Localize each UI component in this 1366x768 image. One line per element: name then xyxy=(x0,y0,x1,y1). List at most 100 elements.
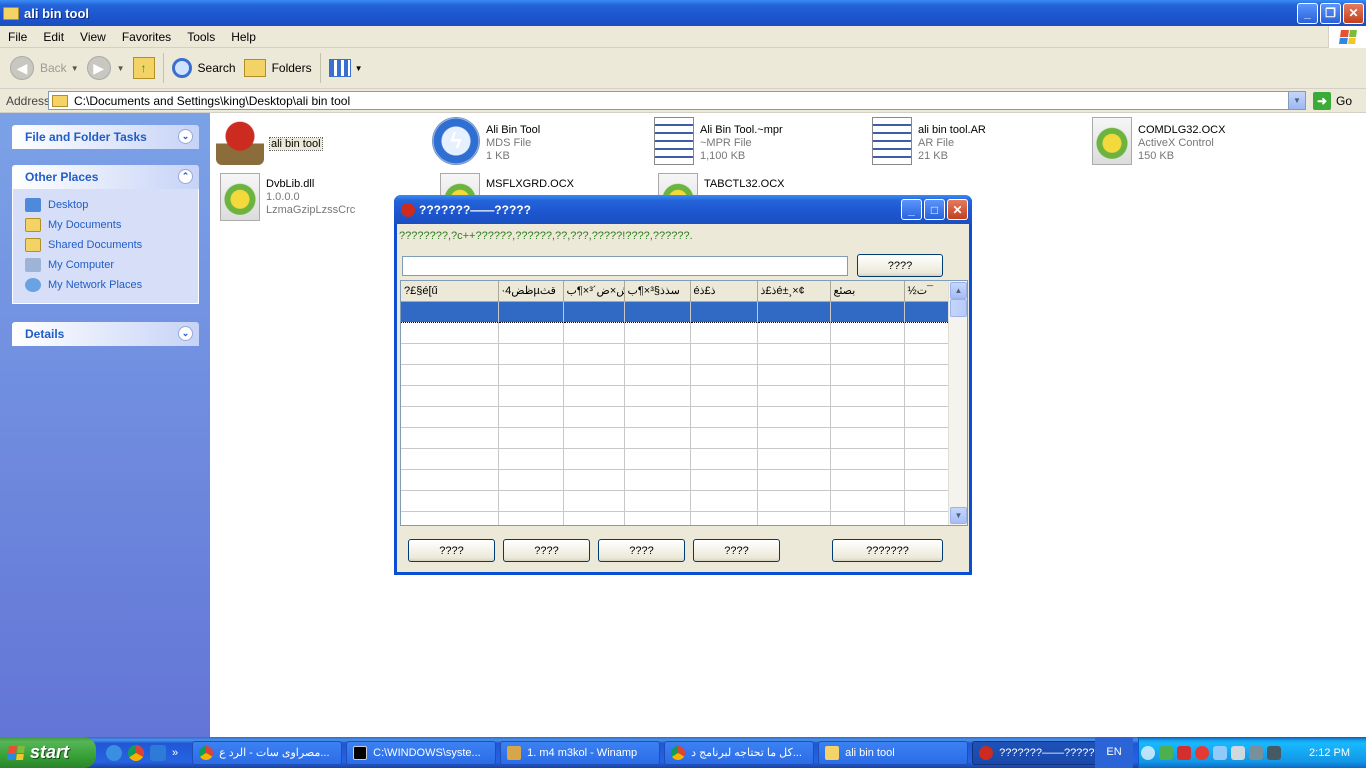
column-header[interactable]: ذ£ذé±¸×¢ xyxy=(757,281,831,302)
shield-icon[interactable] xyxy=(1177,745,1191,760)
helmet-app-icon xyxy=(401,202,415,217)
taskbar-item[interactable]: 1. m4 m3kol - Winamp xyxy=(500,740,661,765)
dialog-titlebar[interactable]: ???????——????? _ □ ✕ xyxy=(394,195,972,224)
expand-chevron-icon[interactable]: ⌄ xyxy=(178,326,193,341)
table-row-selected[interactable] xyxy=(401,300,949,323)
chrome-icon[interactable] xyxy=(128,744,144,761)
menu-tools[interactable]: Tools xyxy=(179,30,223,44)
place-my-computer[interactable]: My Computer xyxy=(25,255,198,275)
search-button[interactable]: Search xyxy=(168,51,240,85)
file-item[interactable]: ali bin tool.AR AR File 21 KB xyxy=(872,117,986,165)
collapse-chevron-icon[interactable]: ⌃ xyxy=(178,169,193,184)
internet-explorer-icon[interactable] xyxy=(106,744,122,761)
table-row[interactable] xyxy=(401,448,949,470)
close-button[interactable]: ✕ xyxy=(1343,2,1364,24)
network-icon[interactable] xyxy=(1159,745,1173,760)
column-header[interactable]: بصئع xyxy=(830,281,905,302)
column-header[interactable]: éذ£ذ xyxy=(690,281,758,302)
views-dropdown-icon[interactable]: ▼ xyxy=(355,64,363,73)
other-places-header[interactable]: Other Places ⌃ xyxy=(12,165,199,189)
table-row[interactable] xyxy=(401,364,949,386)
action-button-1[interactable]: ???? xyxy=(408,539,495,562)
search-input[interactable] xyxy=(402,256,848,276)
security-icon[interactable] xyxy=(1195,745,1209,760)
details-header[interactable]: Details ⌄ xyxy=(12,322,199,346)
display-icon[interactable] xyxy=(1213,745,1227,760)
column-header[interactable]: ?£§é[ű xyxy=(401,281,499,302)
column-header[interactable]: ·ظض4µقث xyxy=(498,281,564,302)
table-row[interactable] xyxy=(401,343,949,365)
file-item[interactable]: ali bin tool xyxy=(216,117,323,165)
address-input[interactable]: C:\Documents and Settings\king\Desktop\a… xyxy=(48,91,1306,110)
place-shared-documents[interactable]: Shared Documents xyxy=(25,235,198,255)
table-row[interactable] xyxy=(401,469,949,491)
place-my-documents[interactable]: My Documents xyxy=(25,215,198,235)
windows-logo-icon xyxy=(1328,26,1366,48)
table-row[interactable] xyxy=(401,490,949,512)
action-button-3[interactable]: ???? xyxy=(598,539,685,562)
column-header[interactable]: ش×ض´³×¶ب xyxy=(563,281,625,302)
chrome-icon xyxy=(671,745,686,760)
back-dropdown-icon[interactable]: ▼ xyxy=(71,64,79,73)
forward-button[interactable]: ▶ ▼ xyxy=(83,51,129,85)
monitor-icon[interactable] xyxy=(1267,745,1281,760)
place-desktop[interactable]: Desktop xyxy=(25,195,198,215)
start-button[interactable]: start xyxy=(0,737,96,768)
dialog-maximize-button[interactable]: □ xyxy=(924,199,945,220)
file-item[interactable]: Ali Bin Tool.~mpr ~MPR File 1,100 KB xyxy=(654,117,783,165)
action-button-4[interactable]: ???? xyxy=(693,539,780,562)
table-row[interactable] xyxy=(401,385,949,407)
quick-launch-more-icon[interactable]: » xyxy=(172,747,178,759)
file-item[interactable]: ϟ Ali Bin Tool MDS File 1 KB xyxy=(432,117,540,165)
search-button[interactable]: ???? xyxy=(857,254,943,277)
scroll-up-icon[interactable]: ▲ xyxy=(950,282,967,299)
up-folder-button[interactable]: ↑ xyxy=(129,51,159,85)
menu-edit[interactable]: Edit xyxy=(35,30,72,44)
menu-help[interactable]: Help xyxy=(223,30,264,44)
address-dropdown-icon[interactable]: ▼ xyxy=(1288,92,1305,109)
menu-file[interactable]: File xyxy=(0,30,35,44)
window-titlebar[interactable]: ali bin tool _ ❐ ✕ xyxy=(0,0,1366,26)
expand-chevron-icon[interactable]: ⌄ xyxy=(178,129,193,144)
folders-button[interactable]: Folders xyxy=(240,51,316,85)
grid-scrollbar[interactable]: ▲ ▼ xyxy=(948,281,967,525)
tray-expand-icon[interactable] xyxy=(1141,745,1155,760)
file-type: ActiveX Control xyxy=(1138,137,1214,149)
taskbar-item[interactable]: مصراوى سات - الرد ع... xyxy=(192,740,343,765)
taskbar-item[interactable]: C:\WINDOWS\syste... xyxy=(346,740,497,765)
go-button[interactable]: ➜ Go xyxy=(1313,91,1352,110)
menu-view[interactable]: View xyxy=(72,30,114,44)
grid-header-row: ?£§é[ű ·ظض4µقث ش×ض´³×¶ب سذذ§³×¶ب éذ£ذ ذ£… xyxy=(401,281,949,302)
minimize-button[interactable]: _ xyxy=(1297,2,1318,24)
table-row[interactable] xyxy=(401,406,949,428)
taskbar-item[interactable]: ali bin tool xyxy=(818,740,969,765)
column-header[interactable]: ½ت¯ xyxy=(904,281,949,302)
place-my-network-places[interactable]: My Network Places xyxy=(25,275,198,295)
volume-icon[interactable] xyxy=(1231,745,1245,760)
file-folder-tasks-panel: File and Folder Tasks ⌄ xyxy=(12,125,199,149)
column-header[interactable]: سذذ§³×¶ب xyxy=(624,281,691,302)
media-icon[interactable] xyxy=(150,744,166,761)
scroll-thumb[interactable] xyxy=(950,299,967,317)
forward-dropdown-icon[interactable]: ▼ xyxy=(117,64,125,73)
dialog-close-button[interactable]: ✕ xyxy=(947,199,968,220)
taskbar-item[interactable]: كل ما تحتاجه لبرنامج د... xyxy=(664,740,815,765)
scroll-down-icon[interactable]: ▼ xyxy=(950,507,967,524)
table-row[interactable] xyxy=(401,322,949,344)
system-icon[interactable] xyxy=(1249,745,1263,760)
file-item[interactable]: DvbLib.dll 1.0.0.0 LzmaGzipLzssCrc xyxy=(220,173,355,221)
file-item[interactable]: COMDLG32.OCX ActiveX Control 150 KB xyxy=(1092,117,1225,165)
table-row[interactable] xyxy=(401,511,949,525)
back-button[interactable]: ◀ Back ▼ xyxy=(6,51,83,85)
table-row[interactable] xyxy=(401,427,949,449)
file-folder-tasks-header[interactable]: File and Folder Tasks ⌄ xyxy=(12,125,199,149)
file-size: 1 KB xyxy=(486,150,510,162)
menu-favorites[interactable]: Favorites xyxy=(114,30,179,44)
dialog-minimize-button[interactable]: _ xyxy=(901,199,922,220)
language-indicator[interactable]: EN xyxy=(1095,737,1133,768)
data-grid[interactable]: ?£§é[ű ·ظض4µقث ش×ض´³×¶ب سذذ§³×¶ب éذ£ذ ذ£… xyxy=(400,280,968,526)
restore-button[interactable]: ❐ xyxy=(1320,2,1341,24)
exit-button[interactable]: ??????? xyxy=(832,539,943,562)
views-button[interactable]: ▼ xyxy=(325,51,367,85)
action-button-2[interactable]: ???? xyxy=(503,539,590,562)
